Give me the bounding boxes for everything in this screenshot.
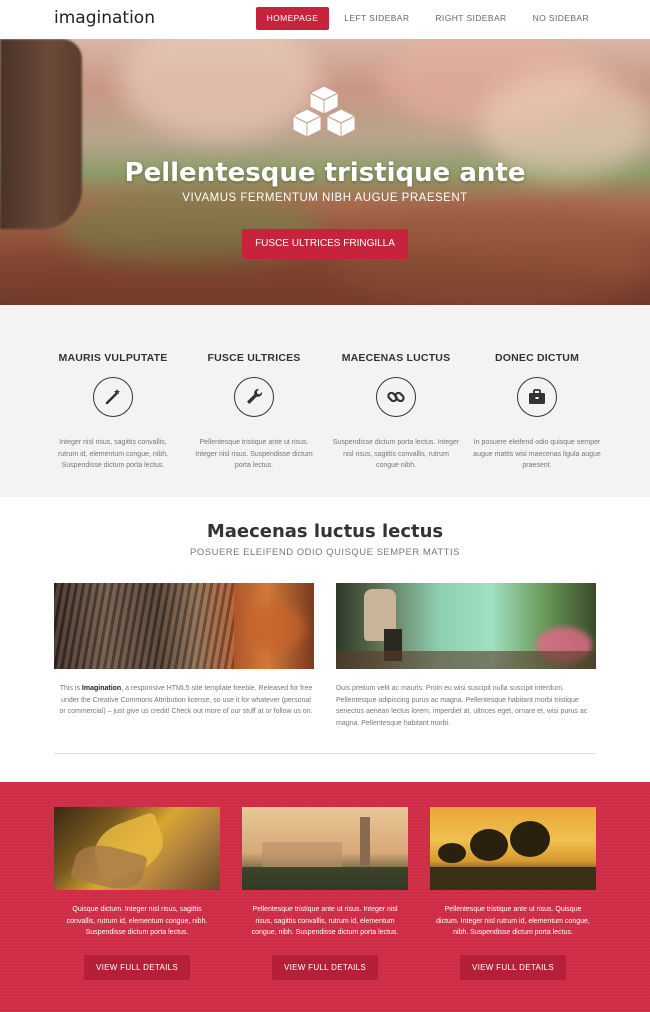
chain-link-icon: [376, 377, 416, 417]
feature-text: Integer nisl risus, sagittis convallis, …: [57, 439, 169, 469]
shop-photo[interactable]: [336, 583, 596, 669]
feature-3: MAECENAS LUCTUS Suspendisse dictum porta…: [326, 305, 466, 472]
view-details-button[interactable]: VIEW FULL DETAILS: [459, 954, 566, 980]
feature-title: MAECENAS LUCTUS: [341, 352, 451, 364]
nav-no-sidebar[interactable]: NO SIDEBAR: [522, 7, 600, 30]
feature-1: MAURIS VULPUTATE Integer nisl risus, sag…: [43, 305, 183, 472]
feature-title: FUSCE ULTRICES: [207, 352, 301, 364]
hero-title: Pellentesque tristique ante: [124, 158, 526, 188]
briefcase-icon: [517, 377, 557, 417]
feature-title: DONEC DICTUM: [494, 352, 580, 364]
leaves-photo[interactable]: [54, 807, 220, 890]
card-3: Pellentesque tristique ante ut risus. Qu…: [430, 807, 596, 980]
feature-4: DONEC DICTUM In posuere eleifend odio qu…: [467, 305, 607, 472]
intro-section: Maecenas luctus lectus POSUERE ELEIFEND …: [0, 497, 650, 782]
feature-text: Suspendisse dictum porta lectus. Integer…: [332, 439, 460, 469]
feature-text: In posuere eleifend odio quisque semper …: [473, 439, 601, 469]
section-title: Maecenas luctus lectus: [206, 521, 444, 542]
feature-2: FUSCE ULTRICES Pellentesque tristique an…: [184, 305, 324, 472]
card-text: Quisque dictum. Integer nisl risus, sagi…: [66, 906, 208, 936]
divider: [54, 753, 596, 754]
main-nav: HOMEPAGE LEFT SIDEBAR RIGHT SIDEBAR NO S…: [252, 7, 600, 30]
wrench-icon: [234, 377, 274, 417]
nav-right-sidebar[interactable]: RIGHT SIDEBAR: [424, 7, 517, 30]
cubes-icon: [291, 85, 357, 138]
cards-section: Quisque dictum. Integer nisl risus, sagi…: [0, 782, 650, 1012]
intro-text-left: This is Imagination, a responsive HTML5 …: [59, 685, 313, 715]
card-text: Pellentesque tristique ante ut risus. Qu…: [436, 906, 590, 936]
card-2: Pellentesque tristique ante ut risus. In…: [242, 807, 408, 980]
city-photo[interactable]: [242, 807, 408, 890]
view-details-button[interactable]: VIEW FULL DETAILS: [271, 954, 378, 980]
nav-homepage[interactable]: HOMEPAGE: [255, 7, 330, 30]
site-logo[interactable]: imagination: [54, 8, 155, 28]
magic-wand-icon: [93, 377, 133, 417]
site-header: imagination HOMEPAGE LEFT SIDEBAR RIGHT …: [0, 0, 650, 39]
sunset-trees-photo[interactable]: [430, 807, 596, 890]
feature-title: MAURIS VULPUTATE: [58, 352, 168, 364]
hero-subtitle: VIVAMUS FERMENTUM NIBH AUGUE PRAESENT: [182, 192, 468, 204]
card-text: Pellentesque tristique ante ut risus. In…: [251, 906, 399, 936]
log-photo[interactable]: [54, 583, 314, 669]
view-details-button[interactable]: VIEW FULL DETAILS: [83, 954, 190, 980]
nav-left-sidebar[interactable]: LEFT SIDEBAR: [333, 7, 420, 30]
hero-banner: Pellentesque tristique ante VIVAMUS FERM…: [0, 39, 650, 305]
hero-cta-button[interactable]: FUSCE ULTRICES FRINGILLA: [242, 229, 408, 259]
card-1: Quisque dictum. Integer nisl risus, sagi…: [54, 807, 220, 980]
intro-text-right: Duis pretium velit ac mauris. Proin eu w…: [336, 685, 588, 727]
feature-text: Pellentesque tristique ante ut risus. In…: [195, 439, 313, 469]
section-subtitle: POSUERE ELEIFEND ODIO QUISQUE SEMPER MAT…: [190, 547, 460, 558]
features-section: MAURIS VULPUTATE Integer nisl risus, sag…: [0, 305, 650, 497]
